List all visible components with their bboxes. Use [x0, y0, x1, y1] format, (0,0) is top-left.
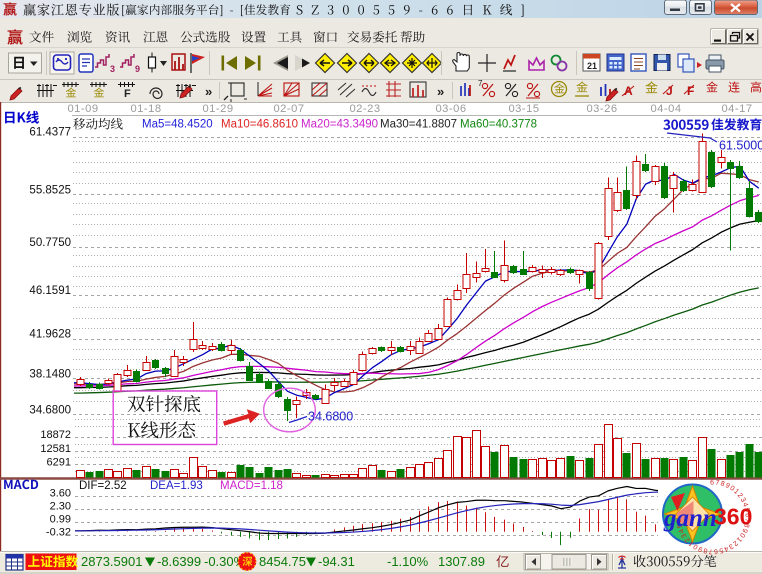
svg-text:Ma5=48.4520: Ma5=48.4520 — [142, 119, 213, 131]
svg-text:01-18: 01-18 — [130, 103, 161, 115]
svg-text:34.6800: 34.6800 — [308, 410, 353, 424]
svg-text:03-06: 03-06 — [435, 103, 466, 115]
svg-text:6291: 6291 — [47, 456, 71, 468]
svg-text:MACD=1.18: MACD=1.18 — [220, 480, 283, 492]
svg-text:Ma30=41.8807: Ma30=41.8807 — [380, 119, 457, 131]
svg-text:360: 360 — [714, 504, 752, 530]
svg-text:18872: 18872 — [40, 429, 71, 441]
svg-text:-8.6399: -8.6399 — [157, 554, 201, 569]
svg-text:34.6800: 34.6800 — [29, 404, 71, 416]
svg-text:gann: gann — [663, 505, 717, 532]
svg-text:Ma60=40.3778: Ma60=40.3778 — [460, 119, 537, 131]
svg-text:3: 3 — [110, 64, 115, 74]
svg-text:2.30: 2.30 — [50, 501, 71, 513]
svg-text:04-04: 04-04 — [650, 103, 681, 115]
svg-text:»: » — [437, 84, 444, 99]
svg-text:03-15: 03-15 — [508, 103, 539, 115]
svg-text:2873.5901: 2873.5901 — [81, 554, 142, 569]
svg-text:7: 7 — [478, 79, 483, 88]
svg-text:12581: 12581 — [40, 443, 71, 455]
svg-text:Ma10=46.8610: Ma10=46.8610 — [221, 119, 298, 131]
svg-text:02-07: 02-07 — [273, 103, 304, 115]
svg-text:01-29: 01-29 — [202, 103, 233, 115]
svg-text:03-26: 03-26 — [586, 103, 617, 115]
svg-text:41.9628: 41.9628 — [29, 329, 71, 341]
svg-text:-94.31: -94.31 — [318, 554, 355, 569]
svg-text:8454.75: 8454.75 — [259, 554, 306, 569]
svg-text:DEA=1.93: DEA=1.93 — [150, 480, 203, 492]
svg-text:04-17: 04-17 — [721, 103, 752, 115]
svg-text:0.99: 0.99 — [50, 514, 71, 526]
svg-text:-0.32: -0.32 — [46, 527, 71, 539]
svg-text:Ma20=43.3490: Ma20=43.3490 — [301, 119, 378, 131]
svg-text:61.5000: 61.5000 — [719, 139, 762, 153]
svg-text:50.7750: 50.7750 — [29, 237, 71, 249]
svg-text:DIF=2.52: DIF=2.52 — [79, 480, 127, 492]
svg-text:-1.10%: -1.10% — [387, 554, 429, 569]
svg-text:9: 9 — [135, 64, 140, 74]
svg-text:21: 21 — [587, 61, 597, 71]
svg-text:38.1480: 38.1480 — [29, 368, 71, 380]
svg-text:F: F — [124, 88, 131, 100]
svg-text:1307.89: 1307.89 — [438, 554, 485, 569]
svg-text:»: » — [205, 84, 212, 99]
svg-text:3.60: 3.60 — [50, 488, 71, 500]
svg-text:01-09: 01-09 — [67, 103, 98, 115]
svg-text:02-23: 02-23 — [349, 103, 380, 115]
svg-text:55.8525: 55.8525 — [29, 185, 71, 197]
svg-text:46.1591: 46.1591 — [29, 285, 71, 297]
svg-text:61.4377: 61.4377 — [29, 127, 71, 139]
